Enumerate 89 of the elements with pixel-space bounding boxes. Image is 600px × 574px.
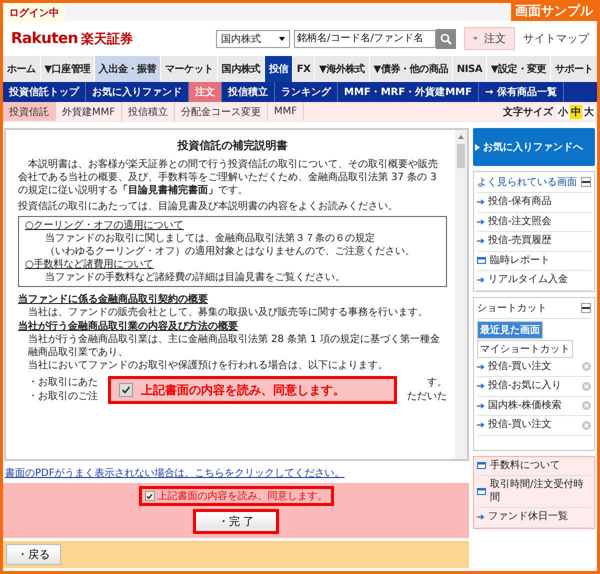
- section-text: ・お取引にあた: [28, 376, 98, 390]
- text-size-label: 文字サイズ: [503, 105, 553, 118]
- arrow-icon: [477, 364, 485, 370]
- arrow-icon: [477, 218, 485, 225]
- favorites-button[interactable]: お気に入りファンドへ: [473, 128, 595, 166]
- arrow-icon: [477, 199, 485, 206]
- arrow-icon: [477, 277, 485, 284]
- section-text: す。: [427, 376, 447, 390]
- sidebar-link[interactable]: 臨時レポート: [477, 252, 591, 271]
- sidebar-link[interactable]: リアルタイム入金: [477, 271, 591, 290]
- nav-tab[interactable]: 入出金・振替: [94, 56, 160, 82]
- section-heading: 当ファンドに係る金融商品取引契約の概要: [18, 292, 209, 306]
- section-text: 当社が行う金融商品取引業は、主に金融商品取引法第 28 条第 1 項の規定に基づく第一種金融商品取引業であり、: [27, 333, 441, 359]
- scrollbar[interactable]: [455, 130, 467, 459]
- collapse-icon[interactable]: [581, 177, 591, 187]
- document-title: 投資信託の補完説明書: [176, 138, 288, 153]
- panel-title: ショートカット: [477, 302, 547, 314]
- shortcut-link[interactable]: 投信-買い注文: [477, 358, 591, 377]
- text-size-option[interactable]: 中: [570, 104, 582, 118]
- nav-tab[interactable]: サポート: [551, 56, 597, 82]
- text-size-option[interactable]: 大: [583, 104, 595, 118]
- notice-text: （いわゆるクーリング・オフ）の適用対象とはなりませんので、ご注意ください。: [44, 245, 416, 258]
- tab[interactable]: MMF: [268, 102, 304, 121]
- window-icon: [477, 488, 487, 496]
- note-text: 投資信託の取引にあたっては、目論見書及び本説明書の内容をよくお読みください。: [18, 200, 399, 213]
- checkbox[interactable]: [119, 383, 133, 397]
- panel-title: よく見られている画面: [477, 176, 577, 189]
- play-icon: [475, 144, 480, 150]
- intro-paragraph: 本説明書は、お客様が楽天証券との間で行う投資信託の取引について、その取引概要や販売会社である当社の概要、及び、手数料等をご理解いただくため、金融商品取引法第 37 条の 3 の規定に従い説明する「目論見書補完書面」です。: [18, 158, 439, 197]
- sidebar-link[interactable]: 手数料について: [477, 456, 591, 476]
- shortcut-tab[interactable]: 最近見た画面: [477, 320, 543, 338]
- notice-text: 当ファンドのお取引に関しましては、金融商品取引法第３７条の６の規定: [44, 232, 376, 245]
- login-status: ログイン中: [3, 3, 65, 23]
- collapse-icon[interactable]: [581, 302, 591, 312]
- nav-tab[interactable]: ▼口座管理: [40, 56, 94, 82]
- logo-wordmark[interactable]: Rakuten: [11, 29, 78, 47]
- text-size-option[interactable]: 小: [557, 104, 569, 118]
- pdf-help-link[interactable]: 書面のPDFがうまく表示されない場合は、こちらをクリックしてください。: [5, 466, 344, 480]
- nav-tab[interactable]: ▼海外株式: [315, 56, 369, 82]
- nav-tab[interactable]: ホーム: [3, 56, 40, 82]
- tab[interactable]: 分配金コース変更: [175, 102, 268, 121]
- sidebar-link[interactable]: 投信-注文照会: [477, 212, 591, 232]
- nav-tab[interactable]: FX: [292, 56, 314, 82]
- tab[interactable]: 外貨建MMF: [56, 102, 122, 121]
- shortcut-tab[interactable]: マイショートカット: [477, 340, 573, 358]
- sidebar-link[interactable]: 投信-保有商品: [477, 193, 591, 212]
- window-icon: [477, 462, 487, 470]
- complete-button[interactable]: ・完 了: [192, 509, 280, 534]
- market-select[interactable]: 国内株式: [216, 30, 290, 48]
- sidebar-link[interactable]: 取引時間/注文受付時間: [477, 476, 591, 508]
- nav-tab[interactable]: ▼債券・他の商品: [370, 56, 452, 82]
- shortcut-link[interactable]: 国内株-株価検索: [477, 396, 591, 416]
- checkbox[interactable]: [144, 491, 154, 501]
- tab[interactable]: 投資信託: [3, 102, 56, 121]
- sample-badge: 画面サンプル: [511, 3, 597, 21]
- section-text: ただいた: [407, 390, 447, 404]
- order-button[interactable]: 注文: [464, 27, 515, 50]
- shortcut-link[interactable]: 投信-お気に入り: [477, 377, 591, 396]
- tab[interactable]: 投信積立: [122, 102, 176, 121]
- section-text: ・お取引のご注: [28, 390, 98, 404]
- caret-icon: [279, 36, 285, 40]
- arrow-icon: [477, 402, 485, 409]
- shortcut-link[interactable]: 投信-買い注文: [477, 416, 591, 436]
- nav-tab[interactable]: マーケット: [161, 56, 217, 82]
- back-button[interactable]: ・戻る: [6, 544, 61, 565]
- notice-heading: ○クーリング・オフの適用について: [25, 219, 185, 232]
- sidebar-link[interactable]: ファンド休日一覧: [477, 508, 591, 528]
- logo-name: 楽天証券: [80, 31, 133, 48]
- caret-icon: [473, 37, 478, 40]
- nav-tab[interactable]: ▼設定・変更: [487, 56, 550, 82]
- search-field[interactable]: 銘柄名/コード名/ファンド名: [294, 30, 436, 48]
- nav-tab[interactable]: 投信: [264, 56, 292, 82]
- arrow-icon: [477, 514, 485, 520]
- arrow-icon: [477, 422, 485, 428]
- arrow-icon: [477, 383, 485, 390]
- section-heading: 当社が行う金融商品取引業の内容及び方法の概要: [18, 319, 239, 333]
- search-icon: [440, 32, 452, 44]
- notice-heading: ○手数料など諸費用について: [25, 258, 155, 271]
- sitemap-link[interactable]: サイトマップ: [523, 31, 589, 46]
- arrow-icon: [477, 238, 485, 244]
- nav-tab[interactable]: NISA: [452, 56, 486, 82]
- section-text: 当社は、ファンドの販売会社として、募集の取扱い及び販売等に関する事務を行います。: [27, 306, 429, 319]
- section-text: 当社においてファンドのお取引や保護預けを行われる場合は、以下によります。: [27, 359, 389, 372]
- notice-text: 当ファンドの手数料など諸経費の詳細は目論見書をご覧ください。: [44, 271, 346, 284]
- search-button[interactable]: [436, 28, 456, 48]
- callout-label: 上記書面の内容を読み、同意します。: [141, 382, 345, 398]
- window-icon: [477, 256, 487, 265]
- nav-tab[interactable]: 国内株式: [218, 56, 264, 82]
- sidebar-link[interactable]: 投信-売買履歴: [477, 232, 591, 252]
